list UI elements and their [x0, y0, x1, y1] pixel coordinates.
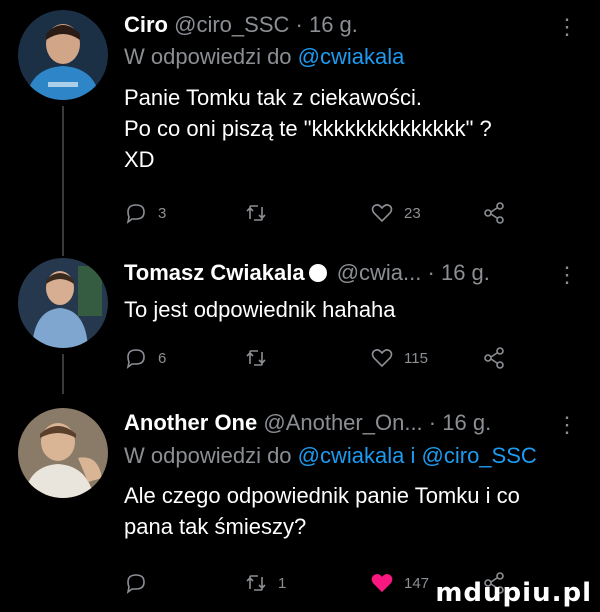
reply-context: W odpowiedzi do @cwiakala: [124, 42, 570, 72]
tweet-text-line: Panie Tomku tak z ciekawości.: [124, 85, 422, 110]
retweet-icon: [246, 350, 266, 366]
mention-link[interactable]: @cwiakala: [298, 443, 405, 468]
mention-link[interactable]: @ciro_SSC: [422, 443, 537, 468]
heart-filled-icon: [371, 574, 393, 593]
tweet-text: Panie Tomku tak z ciekawości. Po co oni …: [124, 82, 580, 175]
author-name[interactable]: Ciro: [124, 12, 168, 37]
mention-link[interactable]: @cwiakala: [298, 44, 405, 69]
thread-line: [62, 354, 64, 394]
tweet-text: To jest odpowiednik hahaha: [124, 294, 580, 325]
tweet-actions: 6 115: [124, 343, 570, 373]
avatar[interactable]: [18, 10, 108, 100]
timestamp[interactable]: 16 g.: [309, 12, 358, 37]
retweet-button[interactable]: [244, 198, 278, 228]
like-button[interactable]: 115: [370, 343, 428, 373]
reply-button[interactable]: 3: [124, 198, 166, 228]
tweet-text: Ale czego odpowiednik panie Tomku i co p…: [124, 480, 580, 542]
tweet-header: Another One @Another_On... · 16 g.: [124, 408, 570, 438]
retweet-icon: [246, 575, 266, 591]
reply-prefix: W odpowiedzi do: [124, 44, 292, 69]
share-button[interactable]: [482, 343, 516, 373]
reply-context: W odpowiedzi do @cwiakala i @ciro_SSC: [124, 441, 570, 471]
author-handle[interactable]: @cwia...: [337, 260, 422, 285]
tweet-header: Ciro @ciro_SSC · 16 g.: [124, 10, 570, 40]
avatar[interactable]: [18, 258, 108, 348]
share-icon: [484, 347, 504, 369]
tweet-ciro[interactable]: Ciro @ciro_SSC · 16 g. ⋮ W odpowiedzi do…: [0, 10, 600, 256]
reply-icon: [126, 574, 145, 594]
like-count: 115: [404, 349, 428, 367]
author-name[interactable]: Tomasz Cwiakala: [124, 260, 305, 285]
retweet-count: 1: [278, 574, 287, 592]
like-count: 147: [404, 574, 430, 592]
reply-prefix: W odpowiedzi do: [124, 443, 292, 468]
like-button[interactable]: 147: [370, 568, 429, 598]
retweet-button[interactable]: 1: [244, 568, 286, 598]
separator-dot: ·: [427, 260, 435, 285]
author-handle[interactable]: @Another_On...: [263, 410, 422, 435]
more-options-icon[interactable]: ⋮: [556, 412, 578, 438]
watermark: mdupiu.pl: [435, 578, 592, 608]
tweet-text-line: Ale czego odpowiednik panie Tomku i co: [124, 483, 520, 508]
more-options-icon[interactable]: ⋮: [556, 14, 578, 40]
reply-button[interactable]: 6: [124, 343, 166, 373]
retweet-button[interactable]: [244, 343, 278, 373]
like-count: 23: [404, 204, 421, 222]
separator-dot: ·: [295, 12, 303, 37]
tweet-text-line: To jest odpowiednik hahaha: [124, 297, 396, 322]
retweet-icon: [246, 205, 266, 221]
tweet-tomasz[interactable]: Tomasz Cwiakala @cwia... · 16 g. ⋮ To je…: [0, 258, 600, 394]
timestamp[interactable]: 16 g.: [442, 410, 491, 435]
separator-dot: ·: [428, 410, 437, 435]
timestamp[interactable]: 16 g.: [441, 260, 490, 285]
share-button[interactable]: [482, 198, 516, 228]
thread-line: [62, 106, 64, 256]
tweet-text-line: XD: [124, 147, 155, 172]
heart-icon: [371, 349, 393, 368]
heart-icon: [371, 204, 393, 223]
verified-badge-icon: [308, 264, 327, 282]
reply-icon: [126, 204, 145, 224]
tweet-text-line: Po co oni piszą te "kkkkkkkkkkkkkk" ?: [124, 116, 492, 141]
author-handle[interactable]: @ciro_SSC: [174, 12, 289, 37]
reply-icon: [126, 349, 145, 369]
mention-joiner: i: [410, 443, 416, 468]
avatar[interactable]: [18, 408, 108, 498]
tweet-actions: 3 23: [124, 198, 570, 228]
more-options-icon[interactable]: ⋮: [556, 262, 578, 288]
tweet-text-line: pana tak śmieszy?: [124, 514, 307, 539]
reply-button[interactable]: [124, 568, 158, 598]
like-button[interactable]: 23: [370, 198, 421, 228]
reply-count: 3: [158, 204, 167, 222]
reply-count: 6: [158, 349, 167, 367]
tweet-header: Tomasz Cwiakala @cwia... · 16 g.: [124, 258, 570, 288]
share-icon: [484, 202, 504, 224]
author-name[interactable]: Another One: [124, 410, 257, 435]
